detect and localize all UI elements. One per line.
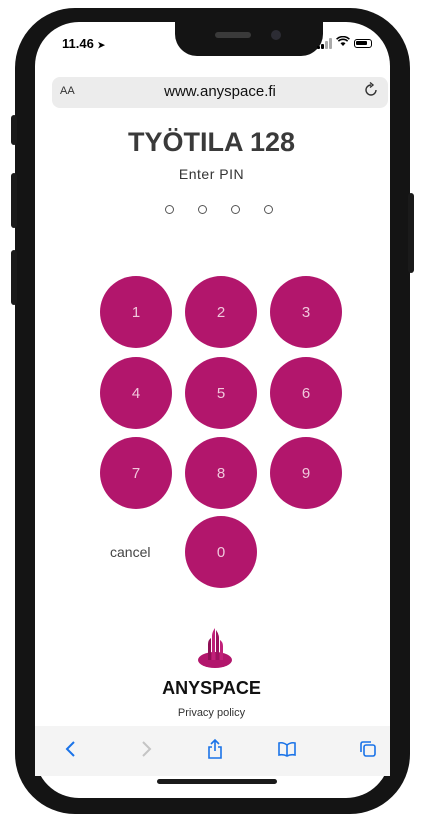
address-bar[interactable]: AA www.anyspace.fi	[52, 77, 388, 108]
pin-dot	[165, 205, 174, 214]
share-icon[interactable]	[202, 736, 228, 762]
power-button	[408, 193, 414, 273]
signal-icon	[317, 37, 332, 49]
key-1[interactable]: 1	[100, 276, 172, 348]
volume-down-button	[11, 250, 17, 305]
wifi-icon	[336, 35, 350, 50]
key-5[interactable]: 5	[185, 357, 257, 429]
location-arrow-icon: ➤	[97, 40, 105, 50]
pin-dot	[264, 205, 273, 214]
privacy-policy-link[interactable]: Privacy policy	[0, 707, 423, 719]
battery-icon	[354, 38, 372, 48]
status-icons	[317, 35, 372, 50]
page-title: TYÖTILA 128	[127, 127, 296, 157]
url-text[interactable]: www.anyspace.fi	[52, 83, 388, 100]
reload-icon[interactable]	[364, 81, 378, 103]
bookmarks-icon[interactable]	[274, 736, 300, 762]
key-0[interactable]: 0	[185, 516, 257, 588]
key-3[interactable]: 3	[270, 276, 342, 348]
tabs-icon[interactable]	[355, 736, 381, 762]
key-7[interactable]: 7	[100, 437, 172, 509]
key-8[interactable]: 8	[185, 437, 257, 509]
brand-name: ANYSPACE	[162, 678, 261, 698]
pin-dot	[231, 205, 240, 214]
notch	[175, 22, 323, 56]
back-icon[interactable]	[58, 736, 84, 762]
key-4[interactable]: 4	[100, 357, 172, 429]
page-subtitle: Enter PIN	[178, 166, 245, 182]
home-indicator	[157, 779, 277, 784]
key-6[interactable]: 6	[270, 357, 342, 429]
key-9[interactable]: 9	[270, 437, 342, 509]
anyspace-logo-icon	[195, 626, 235, 670]
key-2[interactable]: 2	[185, 276, 257, 348]
front-camera	[271, 30, 281, 40]
cancel-button[interactable]: cancel	[110, 544, 150, 560]
forward-icon[interactable]	[133, 736, 159, 762]
pin-dot	[198, 205, 207, 214]
speaker	[215, 32, 251, 38]
status-time: 11.46 ➤	[62, 36, 105, 51]
time-text: 11.46	[62, 36, 94, 51]
